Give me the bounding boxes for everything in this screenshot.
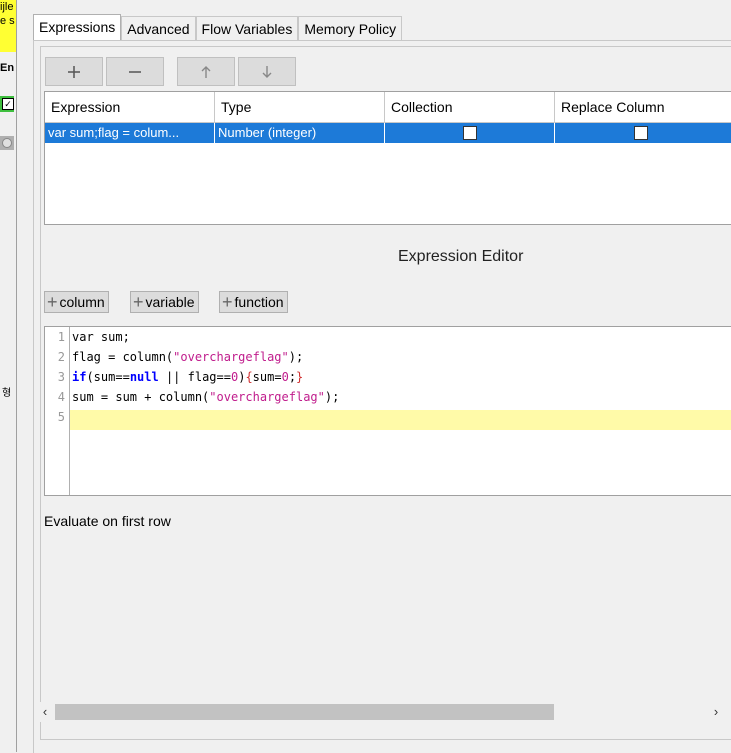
tab-flow-variables[interactable]: Flow Variables xyxy=(195,16,299,41)
tab-memory-policy[interactable]: Memory Policy xyxy=(298,16,403,41)
replace-column-checkbox[interactable] xyxy=(634,126,648,140)
column-header-collection[interactable]: Collection xyxy=(385,92,555,122)
table-header: Expression Type Collection Replace Colum… xyxy=(45,92,731,123)
add-column-label: column xyxy=(59,294,105,310)
line-number-gutter: 1 2 3 4 5 xyxy=(45,327,70,495)
add-function-label: function xyxy=(234,294,284,310)
column-header-expression[interactable]: Expression xyxy=(45,92,215,122)
remove-expression-button[interactable] xyxy=(106,57,164,86)
tab-expressions[interactable]: Expressions xyxy=(33,14,122,41)
expressions-table: Expression Type Collection Replace Colum… xyxy=(44,91,731,225)
plus-icon: + xyxy=(47,292,58,312)
arrow-up-icon xyxy=(201,65,211,78)
add-variable-button[interactable]: + variable xyxy=(130,291,199,313)
current-line-highlight xyxy=(70,410,731,430)
tab-advanced[interactable]: Advanced xyxy=(121,16,196,41)
background-radio-icon xyxy=(0,136,14,150)
arrow-down-icon xyxy=(262,65,272,78)
background-yellow-note: ijle e s xyxy=(0,0,16,52)
code-line: sum = sum + column("overchargeflag"); xyxy=(72,390,340,404)
background-side-char: 형 xyxy=(2,388,12,399)
plus-icon: + xyxy=(133,292,144,312)
move-up-button[interactable] xyxy=(177,57,235,86)
horizontal-scrollbar[interactable]: ‹ › xyxy=(35,702,726,722)
background-en-label: En xyxy=(0,62,15,74)
line-number: 5 xyxy=(57,410,65,424)
move-down-button[interactable] xyxy=(238,57,296,86)
minus-icon xyxy=(129,70,141,73)
background-note-line: ijle xyxy=(0,1,14,13)
line-number: 1 xyxy=(57,330,65,344)
scroll-left-icon[interactable]: ‹ xyxy=(35,702,55,722)
tab-bar: Expressions Advanced Flow Variables Memo… xyxy=(33,14,403,41)
line-number: 3 xyxy=(57,370,65,384)
line-number: 4 xyxy=(57,390,65,404)
evaluate-first-row-label: Evaluate on first row xyxy=(44,513,171,529)
add-variable-label: variable xyxy=(145,294,195,310)
collection-checkbox[interactable] xyxy=(463,126,477,140)
column-header-type[interactable]: Type xyxy=(215,92,385,122)
cell-type[interactable]: Number (integer) xyxy=(215,123,385,143)
table-row[interactable]: var sum;flag = colum... Number (integer) xyxy=(45,123,731,143)
cell-collection[interactable] xyxy=(385,123,555,143)
background-checkbox-icon: ✓ xyxy=(0,96,14,112)
code-line: flag = column("overchargeflag"); xyxy=(72,350,304,364)
add-column-button[interactable]: + column xyxy=(44,291,109,313)
background-window-strip: ijle e s En ✓ 형 xyxy=(0,0,17,752)
background-note-line: e s xyxy=(0,15,15,27)
cell-replace-column[interactable] xyxy=(555,123,731,143)
scrollbar-thumb[interactable] xyxy=(55,704,554,720)
line-number: 2 xyxy=(57,350,65,364)
plus-icon: + xyxy=(222,292,233,312)
column-header-replace-column[interactable]: Replace Column xyxy=(555,92,731,122)
code-line: var sum; xyxy=(72,330,130,344)
add-expression-button[interactable] xyxy=(45,57,103,86)
cell-expression[interactable]: var sum;flag = colum... xyxy=(45,123,215,143)
add-function-button[interactable]: + function xyxy=(219,291,288,313)
expression-editor-title: Expression Editor xyxy=(398,248,524,265)
code-line: if(sum==null || flag==0){sum=0;} xyxy=(72,370,304,384)
scroll-right-icon[interactable]: › xyxy=(706,702,726,722)
code-editor[interactable]: 1 2 3 4 5 var sum; flag = column("overch… xyxy=(44,326,731,496)
plus-icon xyxy=(68,65,80,78)
